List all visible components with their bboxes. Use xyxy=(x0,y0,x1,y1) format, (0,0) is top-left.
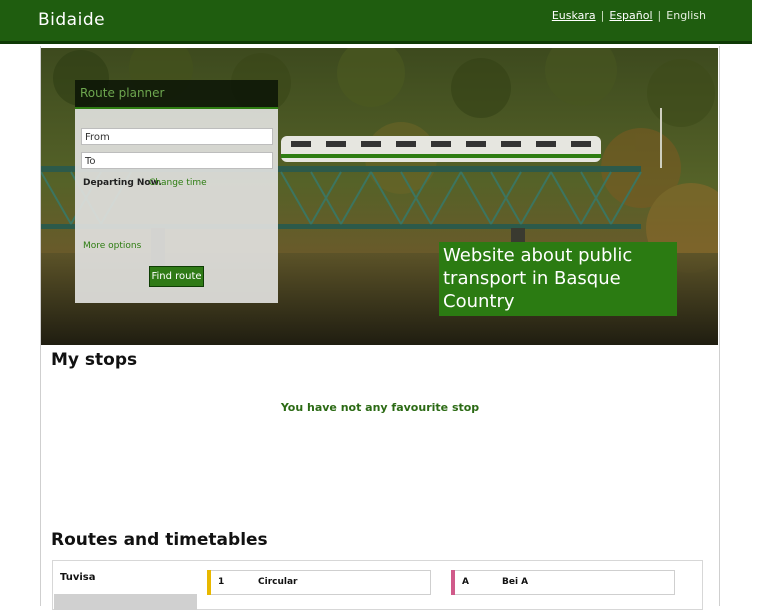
route-color-stripe xyxy=(207,570,211,595)
route-planner-tab[interactable]: Route planner xyxy=(75,80,278,107)
my-stops-heading: My stops xyxy=(51,350,138,370)
operator-tab[interactable]: Tuvisa xyxy=(54,562,197,610)
change-time-link[interactable]: Change time xyxy=(149,178,207,188)
hero-tagline: Website about public transport in Basque… xyxy=(439,242,677,316)
find-route-button[interactable]: Find route xyxy=(149,266,204,287)
separator: | xyxy=(600,9,605,22)
separator: | xyxy=(657,9,662,22)
top-bar: Bidaide Euskara | Español | English xyxy=(0,0,752,44)
no-favourites-message: You have not any favourite stop xyxy=(280,401,480,414)
lang-english-current: English xyxy=(666,9,706,22)
route-name: Bei A xyxy=(502,577,529,587)
language-switcher: Euskara | Español | English xyxy=(550,9,708,22)
from-input[interactable]: From xyxy=(81,128,273,145)
lang-euskara-link[interactable]: Euskara xyxy=(552,9,596,22)
route-code: A xyxy=(462,577,469,587)
more-options-link[interactable]: More options xyxy=(83,241,141,251)
brand-logo[interactable]: Bidaide xyxy=(38,10,105,30)
lang-espanol-link[interactable]: Español xyxy=(609,9,652,22)
routes-heading: Routes and timetables xyxy=(51,530,268,550)
routes-panel: Tuvisa 1 Circular A Bei A xyxy=(52,560,703,610)
route-planner-panel: From To Departing Now. Change time More … xyxy=(75,107,278,303)
route-color-stripe xyxy=(451,570,455,595)
to-input[interactable]: To xyxy=(81,152,273,169)
route-item[interactable]: A Bei A xyxy=(451,570,675,595)
route-item[interactable]: 1 Circular xyxy=(207,570,431,595)
route-name: Circular xyxy=(258,577,298,587)
operator-name: Tuvisa xyxy=(60,572,96,583)
operator-tab-divider xyxy=(54,594,197,610)
route-code: 1 xyxy=(218,577,225,587)
